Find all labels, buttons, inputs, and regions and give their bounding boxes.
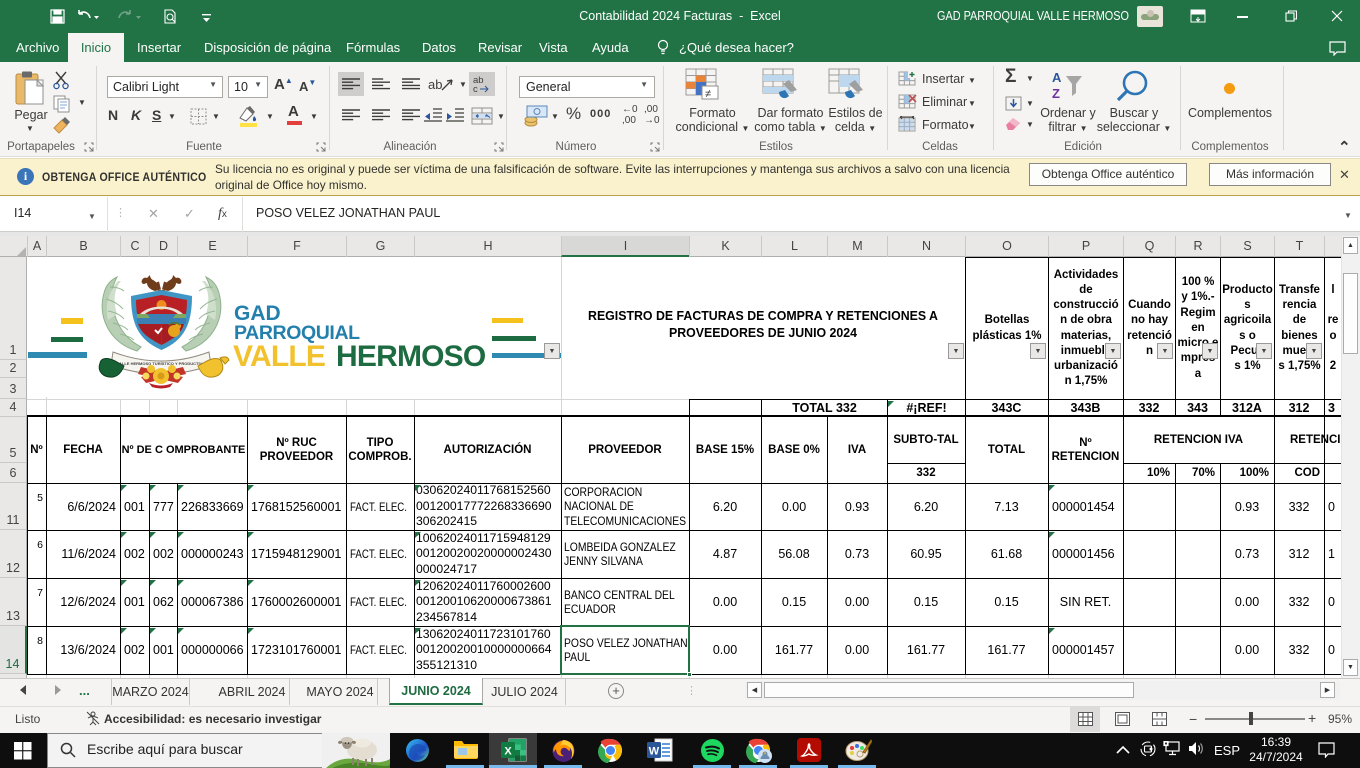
svg-text:W: W <box>649 746 660 758</box>
svg-text:A: A <box>1052 70 1062 85</box>
svg-text:X: X <box>504 746 512 758</box>
svg-text:ab: ab <box>428 77 442 92</box>
svg-text:VALLE HERMOSO TURÍSTICO Y PROD: VALLE HERMOSO TURÍSTICO Y PRODUCTIVO <box>117 361 206 366</box>
svg-text:VALLE: VALLE <box>233 340 325 373</box>
svg-text:≠: ≠ <box>705 88 711 100</box>
svg-text:HERMOSO: HERMOSO <box>336 340 486 373</box>
svg-text:Z: Z <box>1052 86 1060 101</box>
svg-text:c: c <box>473 84 478 94</box>
